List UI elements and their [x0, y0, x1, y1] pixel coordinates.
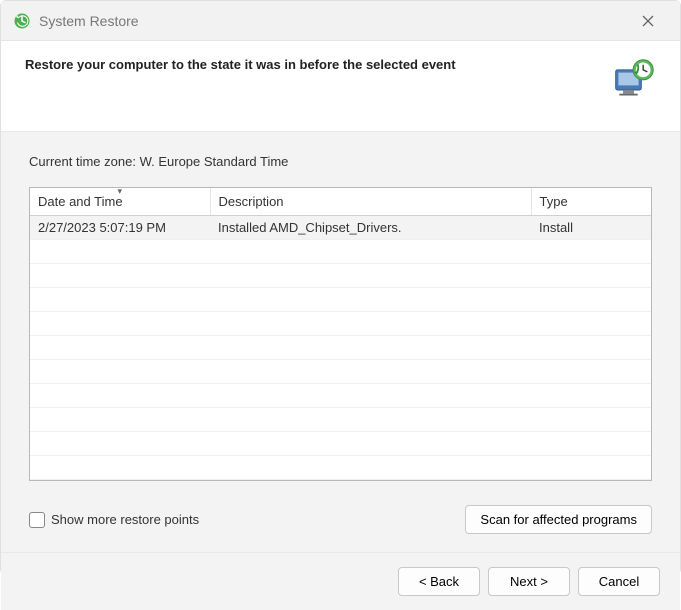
wizard-footer: < Back Next > Cancel [1, 552, 680, 610]
column-header-description-label: Description [219, 194, 284, 209]
table-row-empty [30, 456, 651, 480]
table-row-empty [30, 288, 651, 312]
timezone-label: Current time zone: [29, 154, 136, 169]
options-row: Show more restore points Scan for affect… [29, 505, 652, 534]
column-header-description[interactable]: Description [210, 188, 531, 216]
table-row-empty [30, 360, 651, 384]
show-more-checkbox[interactable]: Show more restore points [29, 512, 199, 528]
scan-affected-button[interactable]: Scan for affected programs [465, 505, 652, 534]
table-row-empty [30, 408, 651, 432]
close-button[interactable] [628, 1, 668, 41]
cell-description: Installed AMD_Chipset_Drivers. [210, 216, 531, 240]
table-row-empty [30, 264, 651, 288]
cell-type: Install [531, 216, 651, 240]
cell-date: 2/27/2023 5:07:19 PM [30, 216, 210, 240]
checkbox-box [29, 512, 45, 528]
restore-points-table: ▾ Date and Time Description Type 2/27/20… [29, 187, 652, 481]
headline-text: Restore your computer to the state it wa… [25, 57, 602, 72]
next-button[interactable]: Next > [488, 567, 570, 596]
column-header-date-label: Date and Time [38, 194, 123, 209]
show-more-label: Show more restore points [51, 512, 199, 527]
restore-monitor-clock-icon [612, 57, 656, 101]
table-row-empty [30, 384, 651, 408]
column-header-date[interactable]: ▾ Date and Time [30, 188, 210, 216]
table-row[interactable]: 2/27/2023 5:07:19 PM Installed AMD_Chips… [30, 216, 651, 240]
sort-descending-icon: ▾ [117, 187, 122, 197]
wizard-header: Restore your computer to the state it wa… [1, 41, 680, 132]
timezone-value: W. Europe Standard Time [140, 154, 289, 169]
cancel-button[interactable]: Cancel [578, 567, 660, 596]
wizard-body: Current time zone: W. Europe Standard Ti… [1, 132, 680, 552]
timezone-line: Current time zone: W. Europe Standard Ti… [29, 154, 652, 169]
column-header-type-label: Type [540, 194, 568, 209]
column-header-type[interactable]: Type [531, 188, 651, 216]
table-row-empty [30, 432, 651, 456]
table-row-empty [30, 312, 651, 336]
table-row-empty [30, 240, 651, 264]
system-restore-icon [13, 12, 31, 30]
title-bar: System Restore [1, 1, 680, 41]
table-row-empty [30, 336, 651, 360]
close-icon [642, 15, 654, 27]
window-title: System Restore [39, 13, 628, 29]
back-button[interactable]: < Back [398, 567, 480, 596]
